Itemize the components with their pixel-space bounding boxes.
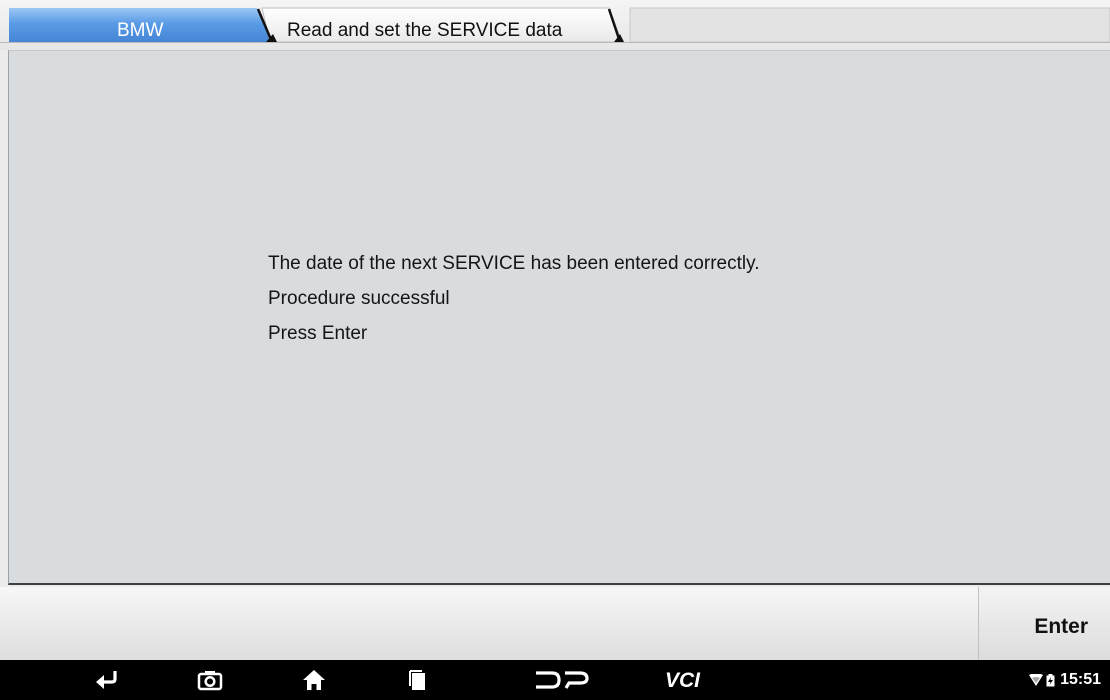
screenshot-icon[interactable] <box>192 660 228 700</box>
message-panel: The date of the next SERVICE has been en… <box>8 50 1110 585</box>
system-navbar: VCI 15:51 <box>0 660 1110 700</box>
breadcrumb-root-label[interactable]: BMW <box>117 19 163 43</box>
status-time: 15:51 <box>1060 671 1101 688</box>
recent-apps-icon[interactable] <box>400 660 436 700</box>
battery-icon <box>1046 673 1055 686</box>
back-icon[interactable] <box>88 660 124 700</box>
status-area: 15:51 <box>1029 671 1101 689</box>
enter-button-label: Enter <box>1034 615 1088 638</box>
home-icon[interactable] <box>296 660 332 700</box>
breadcrumb-page-label[interactable]: Read and set the SERVICE data <box>287 19 562 43</box>
message-line: Press Enter <box>268 323 368 344</box>
message-line: Procedure successful <box>268 288 450 309</box>
action-bar <box>0 587 1110 660</box>
vci-icon[interactable]: VCI <box>663 660 711 700</box>
svg-text:VCI: VCI <box>665 669 701 691</box>
wifi-icon <box>1029 674 1044 686</box>
breadcrumb: BMW Read and set the SERVICE data <box>0 0 1110 50</box>
enter-button[interactable]: Enter <box>978 587 1110 660</box>
message-line: The date of the next SERVICE has been en… <box>268 253 760 274</box>
app-window: BMW Read and set the SERVICE data The da… <box>0 0 1110 700</box>
dp-icon[interactable] <box>532 660 592 700</box>
